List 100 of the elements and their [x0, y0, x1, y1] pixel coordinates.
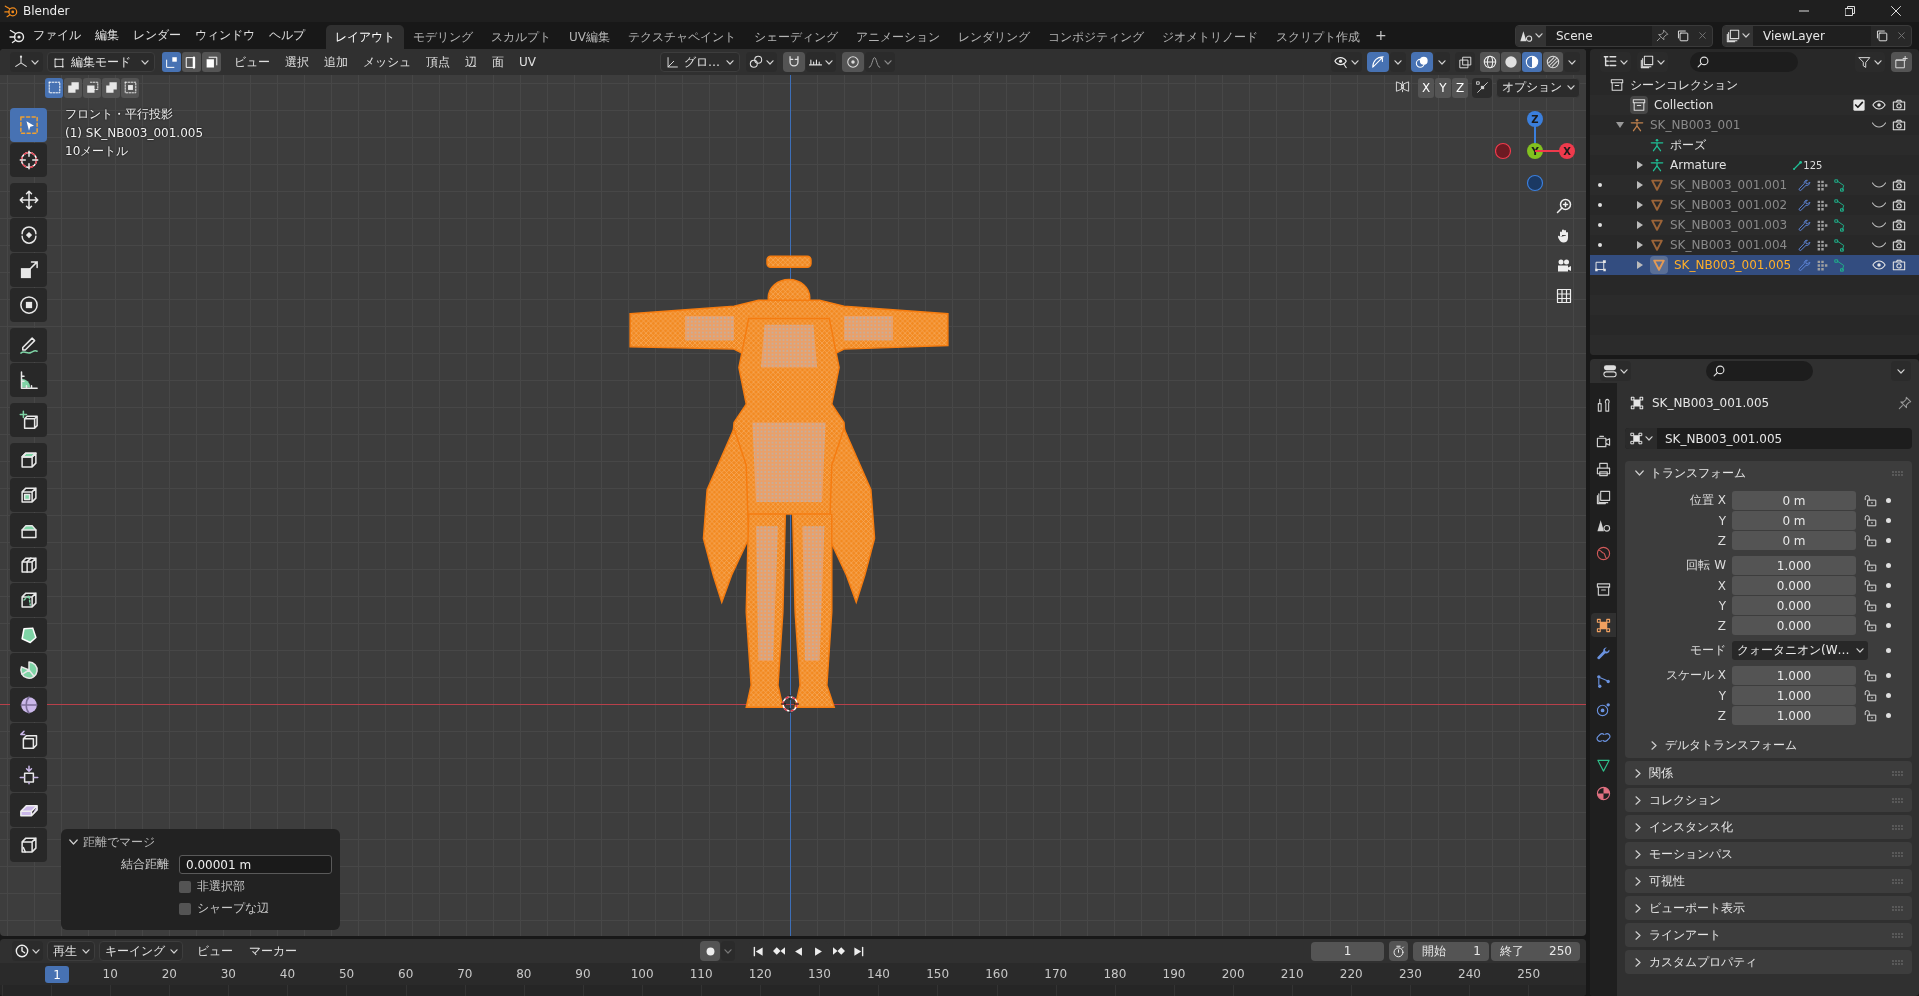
mirror-axis-toggle[interactable]: Y	[1435, 77, 1451, 98]
scene-name-field[interactable]: Scene	[1546, 25, 1652, 46]
editor-type-button[interactable]	[12, 941, 43, 961]
outliner-row[interactable]: SK_NB003_001.004	[1590, 235, 1919, 255]
box-select-mode-button[interactable]	[102, 77, 120, 98]
workspace-tab[interactable]: スカルプト	[482, 25, 560, 49]
outliner-row[interactable]: Collection	[1590, 95, 1919, 115]
tool-button[interactable]	[10, 253, 47, 287]
menu-item[interactable]: 編集	[88, 25, 126, 46]
select-mode-button[interactable]	[202, 52, 221, 72]
number-field[interactable]: 1.000	[1732, 666, 1856, 685]
outliner-row[interactable]: SK_NB003_001	[1590, 115, 1919, 135]
options-menu-button[interactable]	[1891, 361, 1911, 381]
view-layer-name-field[interactable]: ViewLayer	[1753, 25, 1871, 46]
number-field[interactable]: 0 m	[1732, 491, 1856, 510]
options-dropdown[interactable]: オプション	[1496, 77, 1580, 98]
falloff-dropdown[interactable]	[865, 52, 895, 72]
playhead-frame[interactable]: 1	[45, 966, 69, 983]
collapsed-panel[interactable]: ビューポート表示	[1625, 896, 1912, 920]
snap-toggle[interactable]	[783, 52, 805, 72]
tool-button[interactable]	[10, 218, 47, 252]
tool-button[interactable]	[10, 688, 47, 722]
workspace-tab[interactable]: アニメーション	[847, 25, 949, 49]
outliner-row[interactable]: シーンコレクション	[1590, 75, 1919, 95]
frame-ruler[interactable]: 1 10 20 30 40 50 60 70 80 90 100 110 120 130 140 150 160 170 180 190 200 210 220 230 240 250	[0, 963, 1586, 996]
workspace-tab[interactable]: レイアウト	[326, 25, 404, 49]
workspace-tab[interactable]: レンダリング	[949, 25, 1039, 49]
menu-item[interactable]: マーカー	[242, 941, 304, 961]
menu-item[interactable]: レンダー	[126, 25, 188, 46]
checkbox-option[interactable]: シャープな辺	[179, 899, 332, 918]
collapsed-panel[interactable]: インスタンス化	[1625, 815, 1912, 839]
tool-button[interactable]	[10, 143, 47, 177]
properties-tab[interactable]	[1591, 613, 1616, 637]
shading-mode-button[interactable]	[1501, 52, 1521, 72]
collapsed-panel[interactable]: 関係	[1625, 761, 1912, 785]
menu-item[interactable]: 辺	[458, 52, 484, 72]
object-browse-button[interactable]	[1625, 428, 1657, 449]
menu-item[interactable]: ヘルプ	[262, 25, 312, 46]
tool-button[interactable]	[10, 443, 47, 477]
tool-button[interactable]	[10, 618, 47, 652]
xray-toggle[interactable]	[1455, 52, 1475, 72]
preview-range-toggle[interactable]	[1389, 941, 1408, 961]
workspace-tab[interactable]: UV編集	[560, 25, 619, 49]
number-field[interactable]: 1.000	[1732, 686, 1856, 705]
menu-item[interactable]: 面	[485, 52, 511, 72]
tool-button[interactable]	[10, 548, 47, 582]
rotation-mode-dropdown[interactable]: クォータニオン(W…	[1732, 641, 1868, 660]
outliner-row[interactable]: ポーズ	[1590, 135, 1919, 155]
tool-button[interactable]	[10, 723, 47, 757]
search-field[interactable]	[1706, 361, 1813, 381]
tool-button[interactable]	[10, 288, 47, 322]
tool-button[interactable]	[10, 758, 47, 792]
outliner-row[interactable]: SK_NB003_001.003	[1590, 215, 1919, 235]
keying-dropdown[interactable]: キーイング	[99, 941, 183, 961]
number-field[interactable]: 0 m	[1732, 531, 1856, 550]
menu-item[interactable]: UV	[512, 52, 543, 72]
playback-dropdown[interactable]: 再生	[47, 941, 95, 961]
select-mode-button[interactable]	[182, 52, 201, 72]
editor-type-button[interactable]	[10, 52, 43, 72]
menu-item[interactable]: ビュー	[190, 941, 240, 961]
menu-item[interactable]: 選択	[278, 52, 316, 72]
shading-mode-button[interactable]	[1522, 52, 1542, 72]
menu-item[interactable]: 追加	[317, 52, 355, 72]
object-name-field[interactable]: SK_NB003_001.005	[1625, 428, 1912, 449]
select-mode-button[interactable]	[162, 52, 181, 72]
snap-target-dropdown[interactable]	[806, 52, 836, 72]
orientation-dropdown[interactable]: グロ…	[660, 52, 740, 72]
box-select-mode-button[interactable]	[83, 77, 101, 98]
collapsed-panel[interactable]: モーションパス	[1625, 842, 1912, 866]
menu-item[interactable]: ウィンドウ	[188, 25, 262, 46]
overlays-toggle[interactable]	[1411, 52, 1433, 72]
mode-dropdown[interactable]: 編集モード	[47, 52, 155, 72]
start-frame-field[interactable]: 開始 1	[1413, 941, 1489, 961]
pin-icon[interactable]	[1898, 396, 1912, 410]
box-select-mode-button[interactable]	[64, 77, 82, 98]
negative-axis-ball[interactable]	[1526, 174, 1544, 192]
menu-item[interactable]: メッシュ	[356, 52, 418, 72]
menu-item[interactable]: 頂点	[419, 52, 457, 72]
mirror-axis-toggle[interactable]: X	[1418, 77, 1434, 98]
tool-button[interactable]	[10, 583, 47, 617]
shading-mode-button[interactable]	[1543, 52, 1563, 72]
subpanel-title[interactable]: デルタトランスフォーム	[1665, 736, 1797, 754]
editor-type-button[interactable]	[1600, 361, 1631, 381]
mirror-axis-toggle[interactable]: Z	[1452, 77, 1468, 98]
collapsed-panel[interactable]: カスタムプロパティ	[1625, 950, 1912, 974]
box-select-mode-button[interactable]	[121, 77, 139, 98]
panel-title[interactable]: トランスフォーム	[1650, 464, 1746, 482]
tool-button[interactable]	[10, 328, 47, 362]
end-frame-field[interactable]: 終了 250	[1491, 941, 1580, 961]
number-field[interactable]: 0.000	[1732, 576, 1856, 595]
collapsed-panel[interactable]: コレクション	[1625, 788, 1912, 812]
workspace-tab[interactable]: テクスチャペイント	[619, 25, 745, 49]
number-field[interactable]: 1.000	[1732, 556, 1856, 575]
checkbox-option[interactable]: 非選択部	[179, 877, 332, 896]
number-field[interactable]: 0.000	[1732, 616, 1856, 635]
outliner-row[interactable]: SK_NB003_001.001	[1590, 175, 1919, 195]
number-field[interactable]: 0.000	[1732, 596, 1856, 615]
tool-button[interactable]	[10, 828, 47, 862]
tool-button[interactable]	[10, 478, 47, 512]
workspace-tab[interactable]: コンポジティング	[1039, 25, 1153, 49]
